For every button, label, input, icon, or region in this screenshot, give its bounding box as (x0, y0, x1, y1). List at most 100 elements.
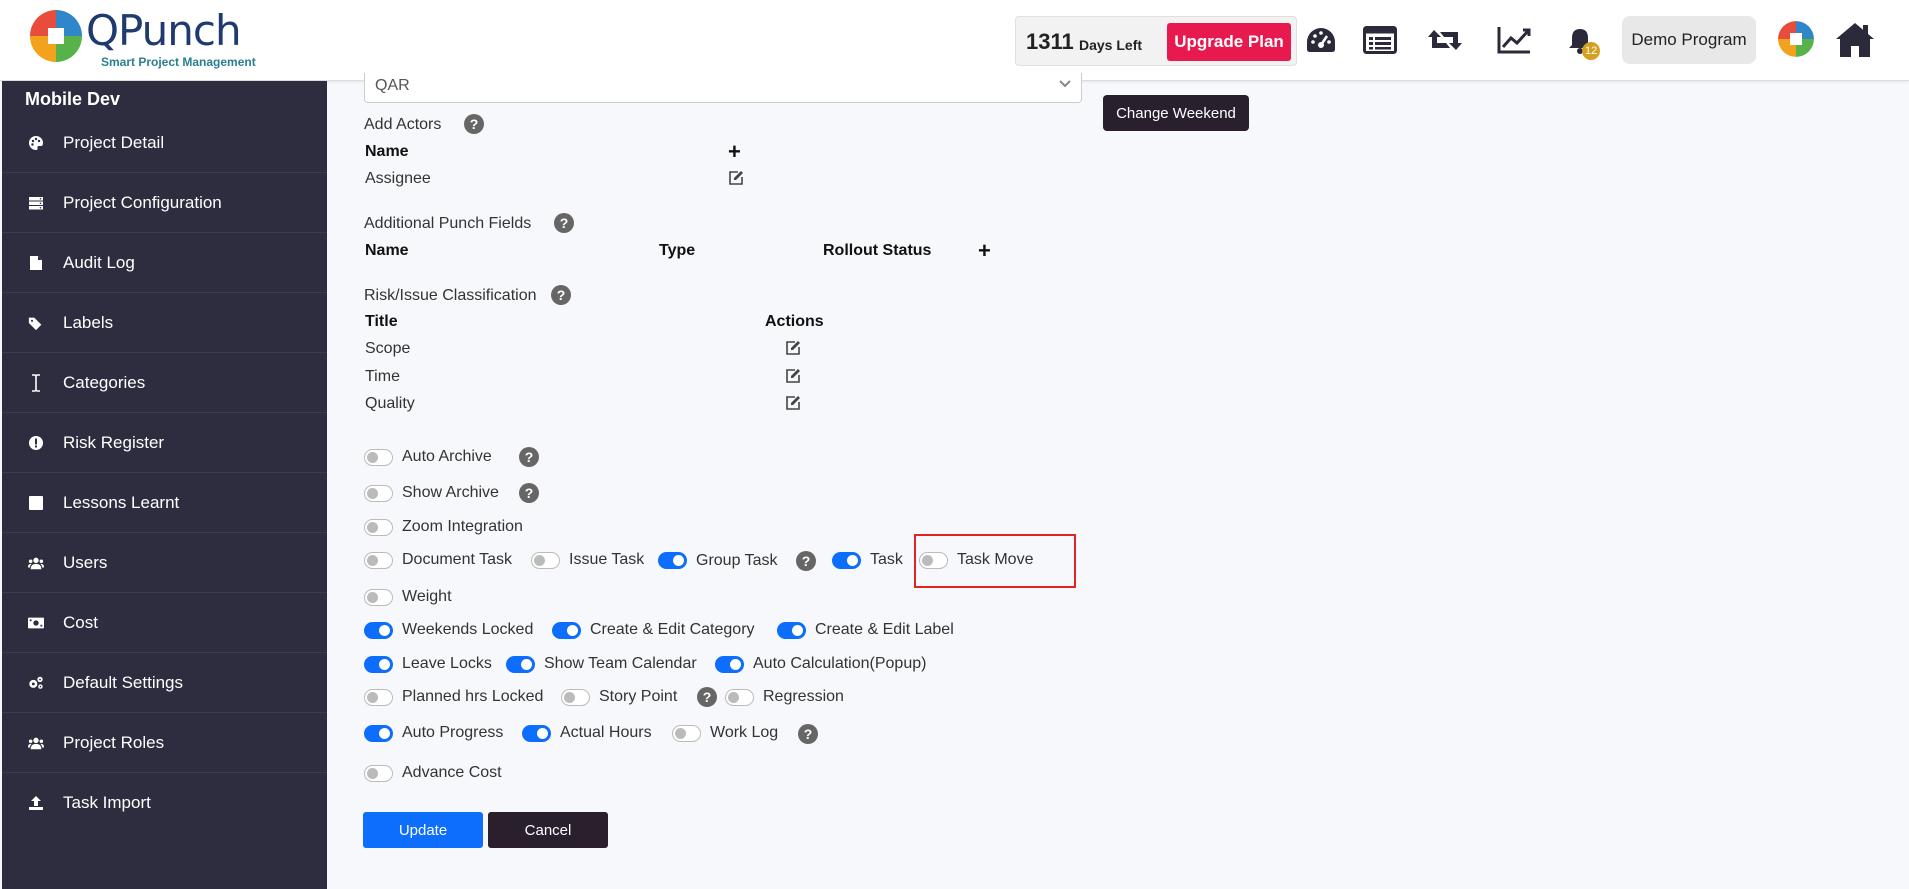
sidebar-item-labels[interactable]: Labels (2, 293, 327, 353)
i-cursor-icon (28, 373, 44, 392)
planned-hrs-locked-label: Planned hrs Locked (402, 688, 544, 705)
sidebar-item-lessons-learnt[interactable]: Lessons Learnt (2, 473, 327, 533)
users-icon (28, 555, 44, 571)
weekends-locked-toggle[interactable] (364, 622, 393, 639)
edit-icon[interactable] (728, 170, 744, 186)
issue-task-toggle[interactable] (531, 552, 560, 569)
sidebar-item-users[interactable]: Users (2, 533, 327, 593)
sidebar-item-label: Risk Register (63, 432, 165, 452)
change-weekend-button[interactable]: Change Weekend (1103, 95, 1249, 131)
auto-archive-toggle[interactable] (364, 449, 393, 466)
help-icon[interactable]: ? (798, 724, 818, 744)
sidebar-item-audit-log[interactable]: Audit Log (2, 233, 327, 293)
task-move-highlight (914, 534, 1076, 588)
days-left-box: 1311 Days Left Upgrade Plan (1015, 16, 1297, 66)
show-team-calendar-toggle[interactable] (506, 656, 535, 673)
home-icon[interactable] (1833, 18, 1877, 62)
help-icon[interactable]: ? (697, 687, 717, 707)
task-label: Task (870, 551, 903, 568)
risk-classification-heading: Risk/Issue Classification (364, 287, 537, 304)
sidebar-item-project-detail[interactable]: Project Detail (2, 113, 327, 173)
create-edit-category-toggle[interactable] (552, 622, 581, 639)
issue-task-label: Issue Task (569, 551, 645, 568)
actors-col-name: Name (365, 143, 409, 160)
fields-col-name: Name (365, 242, 409, 259)
sidebar-item-task-import[interactable]: Task Import (2, 773, 327, 833)
auto-progress-toggle[interactable] (364, 725, 393, 742)
sidebar-item-cost[interactable]: Cost (2, 593, 327, 653)
actual-hours-label: Actual Hours (560, 724, 652, 741)
help-icon[interactable]: ? (796, 551, 816, 571)
auto-calculation-toggle[interactable] (715, 656, 744, 673)
create-edit-label-toggle[interactable] (777, 622, 806, 639)
bell-icon[interactable]: 12 (1560, 20, 1601, 60)
sidebar-project-title: Mobile Dev (25, 89, 121, 109)
document-task-toggle[interactable] (364, 552, 393, 569)
planned-hrs-locked-toggle[interactable] (364, 689, 393, 706)
update-button[interactable]: Update (363, 812, 483, 848)
sidebar: Mobile Dev Project Detail Project Config… (2, 81, 327, 889)
exclamation-circle-icon (28, 435, 44, 451)
edit-icon[interactable] (785, 340, 801, 356)
weekends-locked-label: Weekends Locked (402, 621, 534, 638)
demo-program-button[interactable]: Demo Program (1622, 16, 1756, 64)
leave-locks-toggle[interactable] (364, 656, 393, 673)
qpunch-logo[interactable]: QPunch Smart Project Management (30, 6, 260, 72)
help-icon[interactable]: ? (519, 447, 539, 467)
sidebar-item-label: Project Detail (63, 132, 165, 152)
logo-mark-icon (30, 10, 82, 62)
chevron-down-icon (1057, 76, 1073, 97)
upgrade-plan-button[interactable]: Upgrade Plan (1167, 23, 1291, 61)
sidebar-item-label: Lessons Learnt (63, 492, 180, 512)
edit-icon[interactable] (785, 368, 801, 384)
create-edit-category-label: Create & Edit Category (590, 621, 755, 638)
palette-icon (28, 135, 44, 151)
advance-cost-toggle[interactable] (364, 765, 393, 782)
auto-progress-label: Auto Progress (402, 724, 504, 741)
show-archive-toggle[interactable] (364, 485, 393, 502)
dashboard-icon[interactable] (1301, 20, 1341, 60)
sidebar-item-risk-register[interactable]: Risk Register (2, 413, 327, 473)
sidebar-item-project-roles[interactable]: Project Roles (2, 713, 327, 773)
avatar[interactable] (1778, 21, 1814, 57)
chart-line-icon[interactable] (1494, 20, 1534, 60)
risk-row-time: Time (365, 368, 400, 385)
sidebar-item-label: Task Import (63, 793, 151, 812)
retweet-icon[interactable] (1425, 20, 1465, 60)
sidebar-item-categories[interactable]: Categories (2, 353, 327, 413)
sidebar-item-default-settings[interactable]: Default Settings (2, 653, 327, 713)
sidebar-item-label: Default Settings (63, 672, 184, 692)
add-actors-heading: Add Actors (364, 116, 442, 133)
add-actor-plus-icon[interactable]: + (728, 141, 741, 163)
auto-archive-label: Auto Archive (402, 448, 492, 465)
help-icon[interactable]: ? (519, 483, 539, 503)
work-log-toggle[interactable] (672, 725, 701, 742)
weight-label: Weight (402, 588, 452, 605)
sidebar-item-project-configuration[interactable]: Project Configuration (2, 173, 327, 233)
sidebar-item-label: Users (63, 552, 108, 572)
currency-select[interactable]: QAR (364, 73, 1082, 103)
group-task-toggle[interactable] (658, 552, 687, 569)
help-icon[interactable]: ? (464, 114, 484, 134)
tags-icon (28, 315, 44, 331)
task-toggle[interactable] (832, 552, 861, 569)
help-icon[interactable]: ? (554, 213, 574, 233)
weight-toggle[interactable] (364, 589, 393, 606)
upload-icon (28, 795, 44, 811)
square-icon (28, 495, 44, 511)
add-field-plus-icon[interactable]: + (978, 240, 991, 262)
edit-icon[interactable] (785, 395, 801, 411)
actual-hours-toggle[interactable] (522, 725, 551, 742)
story-point-toggle[interactable] (561, 689, 590, 706)
work-log-label: Work Log (710, 724, 779, 741)
regression-toggle[interactable] (725, 689, 754, 706)
leave-locks-label: Leave Locks (402, 655, 492, 672)
list-icon[interactable] (1360, 20, 1400, 60)
cancel-button[interactable]: Cancel (488, 812, 608, 848)
zoom-integration-toggle[interactable] (364, 519, 393, 536)
risk-col-actions: Actions (765, 313, 824, 330)
help-icon[interactable]: ? (551, 285, 571, 305)
sidebar-item-label: Categories (63, 372, 146, 392)
top-header: QPunch Smart Project Management 1311 Day… (0, 0, 1909, 81)
currency-select-value: QAR (375, 77, 410, 94)
